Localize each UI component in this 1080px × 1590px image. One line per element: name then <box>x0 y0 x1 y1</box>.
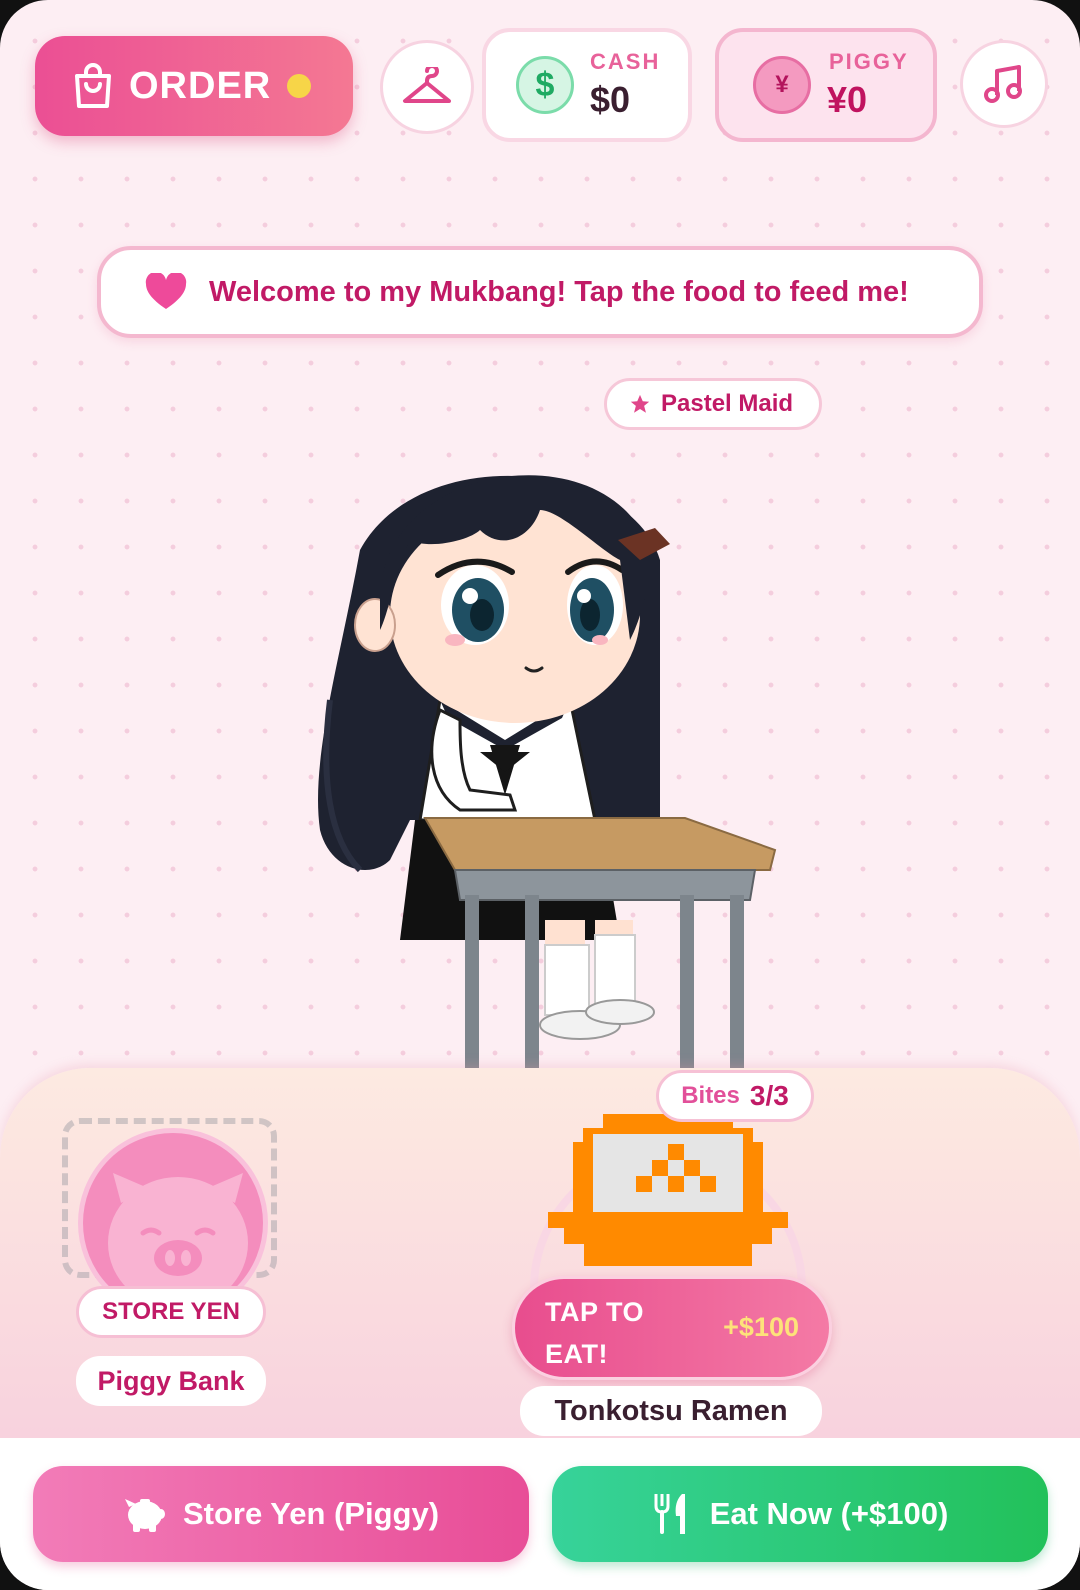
store-yen-label: Store Yen (Piggy) <box>182 1496 440 1531</box>
piggy-bank-name: Piggy Bank <box>76 1356 266 1406</box>
cash-value: $0 <box>590 79 631 120</box>
piggy-label: PIGGY <box>829 49 909 74</box>
eat-now-button[interactable]: Eat Now (+$100) <box>552 1466 1048 1562</box>
piggy-display: ¥ PIGGY ¥0 <box>715 28 937 142</box>
notification-dot <box>287 74 312 98</box>
cash-display: $ CASH $0 <box>482 28 692 142</box>
yen-coin-icon: ¥ <box>753 56 811 114</box>
bites-value: 3/3 <box>749 1080 789 1111</box>
hanger-icon <box>403 67 451 103</box>
welcome-text: Welcome to my Mukbang! Tap the food to f… <box>209 275 909 308</box>
piggy-bank-icon <box>124 1499 165 1532</box>
dollar-coin-icon: $ <box>516 56 574 114</box>
tap-to-eat-label: TAP TO EAT! <box>545 1297 645 1369</box>
ramen-bowl-icon[interactable] <box>548 1104 788 1274</box>
wardrobe-button[interactable] <box>380 40 474 134</box>
order-button[interactable]: ORDER <box>35 36 353 136</box>
store-yen-button[interactable]: Store Yen (Piggy) <box>33 1466 529 1562</box>
bites-label: Bites <box>681 1082 740 1109</box>
music-button[interactable] <box>960 40 1048 128</box>
reward-amount: +$100 <box>723 1312 799 1342</box>
bites-counter: Bites 3/3 <box>656 1070 814 1122</box>
character-illustration[interactable] <box>300 400 800 1070</box>
fork-knife-icon <box>654 1494 685 1534</box>
shopping-bag-icon <box>75 63 111 108</box>
store-yen-tag[interactable]: STORE YEN <box>76 1286 266 1338</box>
tap-to-eat-button[interactable]: TAP TO EAT! +$100 <box>512 1276 832 1380</box>
music-note-icon <box>984 65 1022 103</box>
food-name: Tonkotsu Ramen <box>520 1386 822 1436</box>
app-screen: ORDER $ CASH $0 ¥ PIGGY ¥0 Welcome to my… <box>0 0 1080 1590</box>
heart-icon <box>145 273 187 309</box>
order-label: ORDER <box>129 64 272 107</box>
piggy-value: ¥0 <box>827 79 868 120</box>
welcome-banner: Welcome to my Mukbang! Tap the food to f… <box>97 246 983 338</box>
cash-label: CASH <box>590 49 661 74</box>
eat-now-label: Eat Now (+$100) <box>709 1496 949 1531</box>
